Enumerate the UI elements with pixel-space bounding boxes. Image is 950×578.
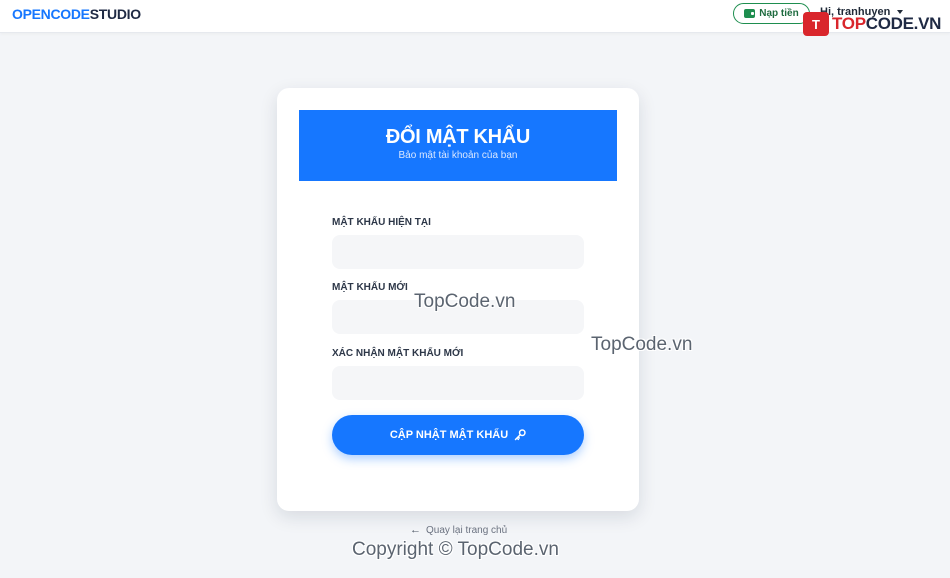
wallet-icon xyxy=(744,9,756,18)
topcode-badge-icon: T xyxy=(803,12,829,36)
back-to-home-link[interactable]: ← Quay lại trang chủ xyxy=(410,524,507,536)
update-password-label: CẬP NHẬT MẬT KHẨU xyxy=(389,429,509,441)
watermark-center: TopCode.vn xyxy=(414,291,516,312)
new-password-label: MẬT KHẨU MỚI xyxy=(332,282,408,293)
confirm-password-input[interactable] xyxy=(332,366,584,400)
arrow-left-icon: ← xyxy=(410,524,421,536)
current-password-label: MẬT KHẨU HIỆN TẠI xyxy=(332,217,431,228)
confirm-password-label: XÁC NHẬN MẬT KHẨU MỚI xyxy=(332,348,464,359)
key-icon xyxy=(514,429,526,441)
logo-text-studio: STUDIO xyxy=(89,6,141,22)
page-title: ĐỔI MẬT KHẨU xyxy=(385,126,531,148)
topcode-brand-code: CODE.VN xyxy=(865,14,942,33)
topcode-brand-text: TOPCODE.VN xyxy=(832,14,941,34)
update-password-button[interactable]: CẬP NHẬT MẬT KHẨU xyxy=(332,415,584,455)
card-header: ĐỔI MẬT KHẨU Bảo mật tài khoản của bạn xyxy=(299,110,617,181)
watermark-right: TopCode.vn xyxy=(591,334,693,355)
topup-button[interactable]: Nạp tiền xyxy=(733,3,810,24)
watermark-copyright: Copyright © TopCode.vn xyxy=(352,539,559,560)
brand-logo[interactable]: OPENCODESTUDIO xyxy=(12,6,141,22)
current-password-input[interactable] xyxy=(332,235,584,269)
topcode-brand-top: TOP xyxy=(832,14,866,33)
page-subtitle: Bảo mật tài khoản của bạn xyxy=(398,150,518,161)
topcode-watermark-logo: T TOPCODE.VN xyxy=(803,12,941,36)
back-to-home-label: Quay lại trang chủ xyxy=(426,524,508,536)
logo-text-opencode: OPENCODE xyxy=(12,6,90,22)
topup-label: Nạp tiền xyxy=(759,8,799,19)
